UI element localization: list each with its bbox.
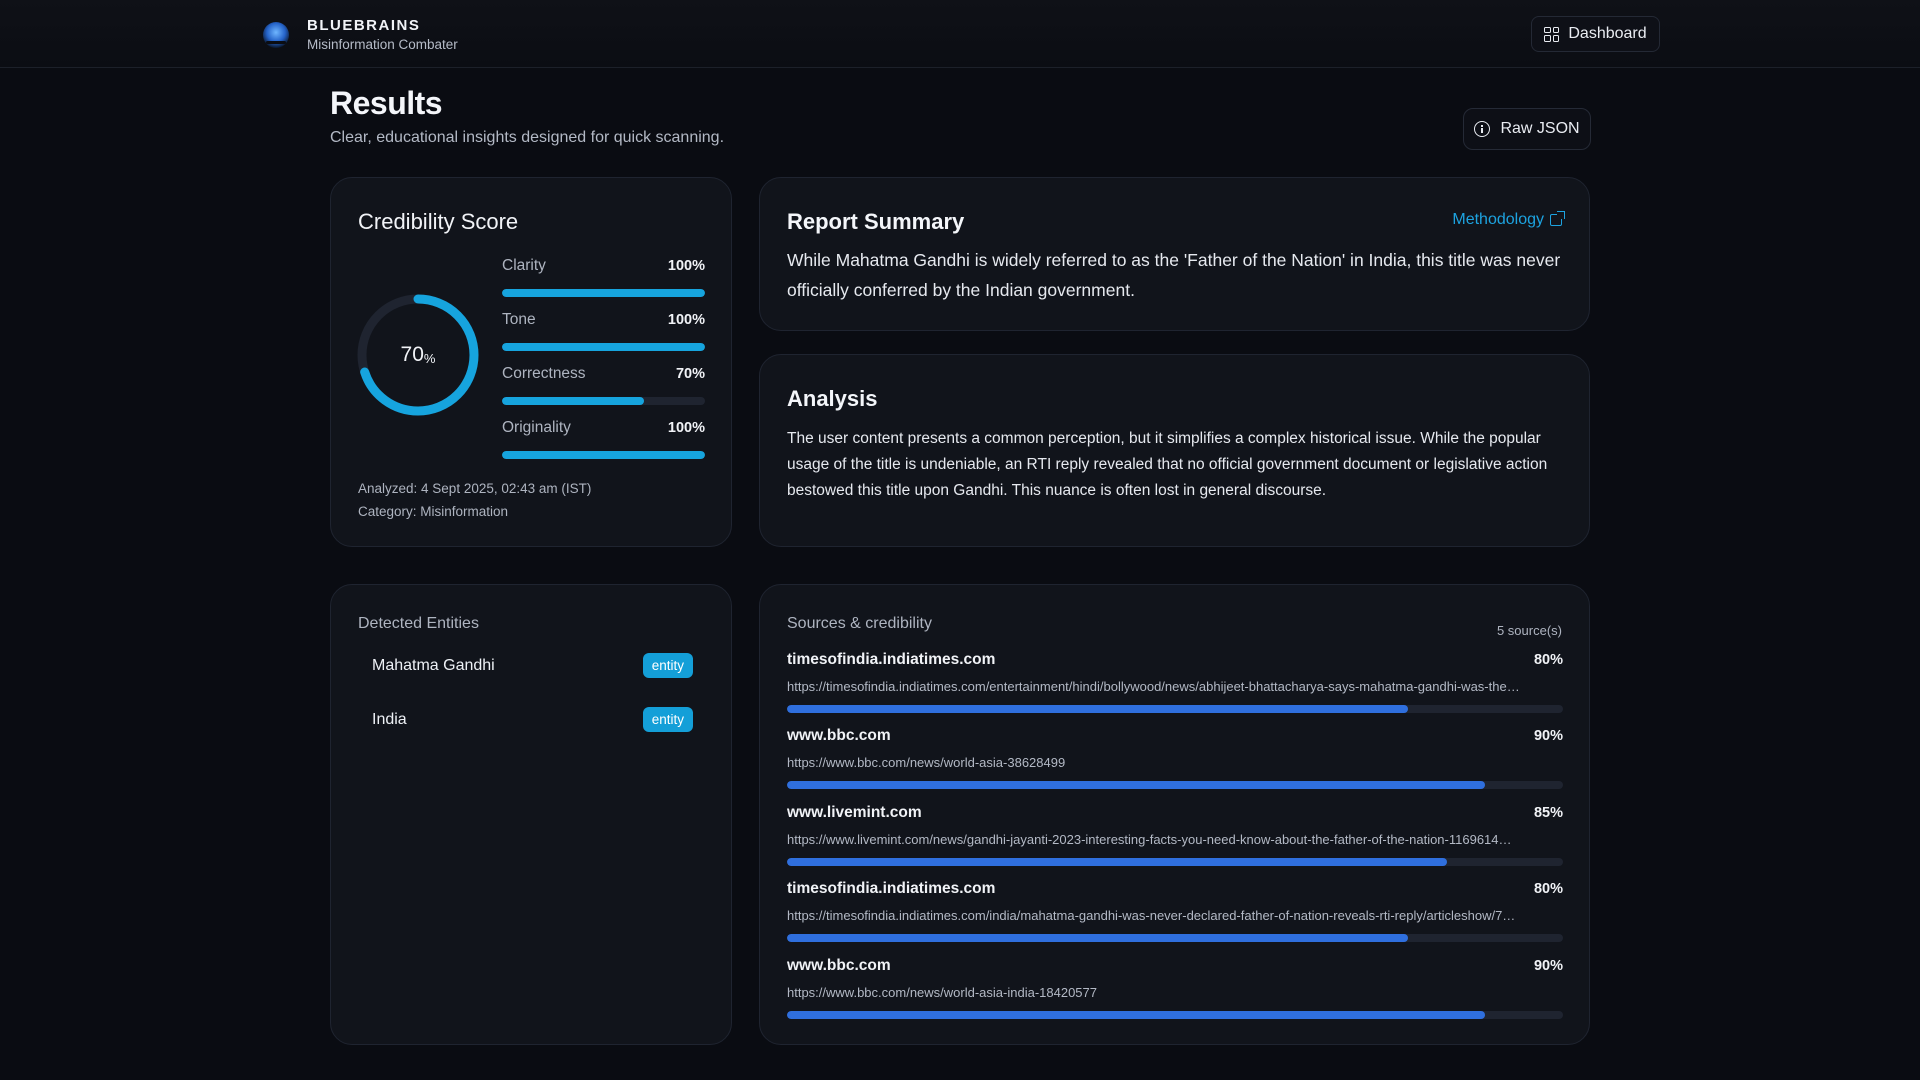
- source-track: [787, 934, 1563, 942]
- metric-fill: [502, 451, 705, 459]
- methodology-link[interactable]: Methodology: [1452, 211, 1565, 229]
- metric-originality: Originality 100%: [502, 419, 705, 459]
- page-subtitle: Clear, educational insights designed for…: [330, 129, 725, 146]
- analysis-text: The user content presents a common perce…: [787, 430, 1548, 499]
- metric-fill: [502, 397, 645, 405]
- summary-text: While Mahatma Gandhi is widely referred …: [787, 250, 1561, 300]
- raw-json-label: Raw JSON: [1500, 120, 1580, 137]
- dashboard-grid-icon: [1544, 26, 1560, 42]
- analyzed-timestamp: Analyzed: 4 Sept 2025, 02:43 am (IST): [358, 481, 592, 496]
- brand-tagline: Misinformation Combater: [307, 37, 458, 52]
- source-item[interactable]: www.bbc.com 90% https://www.bbc.com/news…: [787, 957, 1563, 1019]
- category-label: Category: Misinformation: [358, 504, 509, 519]
- metric-fill: [502, 289, 705, 297]
- metric-clarity: Clarity 100%: [502, 257, 705, 297]
- sources-title: Sources & credibility: [787, 615, 932, 632]
- entity-item[interactable]: Mahatma Gandhi entity: [372, 653, 693, 678]
- source-credibility: 80%: [1533, 881, 1563, 897]
- source-track: [787, 1011, 1563, 1019]
- entity-badge: entity: [642, 653, 693, 678]
- credibility-title: Credibility Score: [358, 209, 519, 234]
- gauge-label: 70 %: [356, 293, 480, 417]
- raw-json-button[interactable]: Raw JSON: [1463, 108, 1591, 150]
- dashboard-button[interactable]: Dashboard: [1531, 16, 1660, 52]
- metric-correctness: Correctness 70%: [502, 365, 705, 405]
- source-fill: [787, 781, 1486, 789]
- source-item[interactable]: timesofindia.indiatimes.com 80% https://…: [787, 651, 1563, 713]
- source-domain: timesofindia.indiatimes.com: [787, 880, 996, 897]
- source-url[interactable]: https://www.bbc.com/news/world-asia-3862…: [787, 755, 1563, 770]
- source-item[interactable]: timesofindia.indiatimes.com 80% https://…: [787, 880, 1563, 942]
- metric-label: Tone: [502, 311, 536, 328]
- summary-title: Report Summary: [787, 209, 965, 234]
- brand[interactable]: BLUEBRAINS Misinformation Combater: [263, 17, 458, 53]
- score-unit: %: [423, 350, 436, 366]
- source-url[interactable]: https://www.livemint.com/news/gandhi-jay…: [787, 832, 1563, 847]
- metric-track: [502, 451, 705, 459]
- source-item[interactable]: www.livemint.com 85% https://www.livemin…: [787, 804, 1563, 866]
- sources-count: 5 source(s): [1496, 623, 1562, 638]
- metric-label: Clarity: [502, 257, 546, 274]
- brand-name: BLUEBRAINS: [307, 17, 421, 34]
- source-domain: www.livemint.com: [787, 804, 922, 821]
- source-domain: timesofindia.indiatimes.com: [787, 651, 996, 668]
- report-summary-card: Report Summary Methodology While Mahatma…: [759, 177, 1590, 331]
- info-icon: [1474, 121, 1491, 137]
- metric-label: Originality: [502, 419, 571, 436]
- credibility-card: Credibility Score 70 % Clarity 100% Tone…: [330, 177, 732, 547]
- source-item[interactable]: www.bbc.com 90% https://www.bbc.com/news…: [787, 727, 1563, 789]
- source-track: [787, 781, 1563, 789]
- source-url[interactable]: https://timesofindia.indiatimes.com/ente…: [787, 679, 1563, 694]
- source-url[interactable]: https://timesofindia.indiatimes.com/indi…: [787, 908, 1563, 923]
- metric-value: 100%: [667, 420, 705, 436]
- source-fill: [787, 1011, 1486, 1019]
- analysis-card: Analysis The user content presents a com…: [759, 354, 1590, 547]
- external-link-icon: [1550, 211, 1565, 226]
- entity-badge: entity: [642, 707, 693, 732]
- source-fill: [787, 858, 1447, 866]
- source-domain: www.bbc.com: [787, 727, 891, 744]
- page-title: Results: [330, 85, 443, 121]
- entities-title: Detected Entities: [358, 615, 479, 632]
- metric-value: 100%: [667, 312, 705, 328]
- detected-entities-card: Detected Entities Mahatma Gandhi entity …: [330, 584, 732, 1045]
- source-credibility: 80%: [1533, 652, 1563, 668]
- metric-track: [502, 289, 705, 297]
- entity-name: Mahatma Gandhi: [372, 656, 495, 674]
- methodology-label: Methodology: [1452, 211, 1544, 228]
- metric-fill: [502, 343, 705, 351]
- brand-logo-icon: [263, 22, 289, 48]
- metric-value: 70%: [675, 366, 705, 382]
- source-fill: [787, 934, 1408, 942]
- entity-item[interactable]: India entity: [372, 707, 693, 732]
- analysis-title: Analysis: [787, 386, 878, 411]
- dashboard-button-label: Dashboard: [1568, 25, 1647, 42]
- source-fill: [787, 705, 1408, 713]
- source-credibility: 90%: [1533, 958, 1563, 974]
- entity-name: India: [372, 710, 407, 728]
- source-credibility: 90%: [1533, 728, 1563, 744]
- metric-label: Correctness: [502, 365, 586, 382]
- metric-tone: Tone 100%: [502, 311, 705, 351]
- source-track: [787, 705, 1563, 713]
- source-credibility: 85%: [1533, 805, 1563, 821]
- score-value: 70: [400, 343, 424, 366]
- source-domain: www.bbc.com: [787, 957, 891, 974]
- source-url[interactable]: https://www.bbc.com/news/world-asia-indi…: [787, 985, 1563, 1000]
- source-track: [787, 858, 1563, 866]
- sources-card: Sources & credibility 5 source(s) timeso…: [759, 584, 1590, 1045]
- metric-track: [502, 397, 705, 405]
- metric-value: 100%: [667, 258, 705, 274]
- top-navbar: BLUEBRAINS Misinformation Combater Dashb…: [0, 0, 1920, 68]
- metric-track: [502, 343, 705, 351]
